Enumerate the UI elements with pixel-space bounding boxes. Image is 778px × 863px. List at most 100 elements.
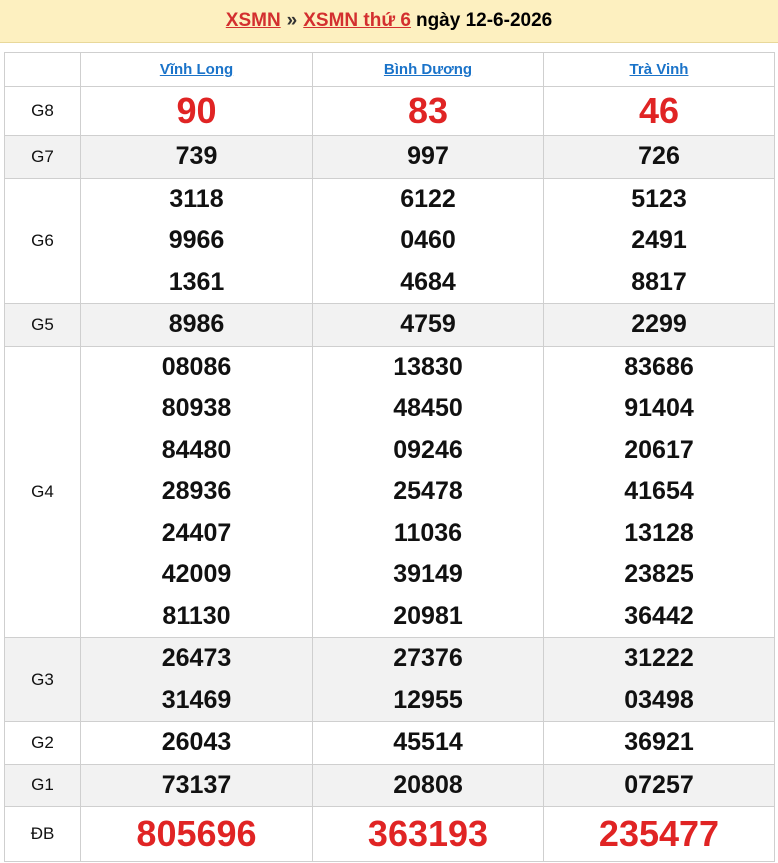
xsmn-day-link[interactable]: XSMN thứ 6 [303,10,411,32]
prize-number: 11036 [393,518,463,547]
province-header: Trà Vinh [543,52,775,87]
prize-label: G2 [4,721,81,765]
prize-cell: 3118 9966 1361 [80,177,313,304]
prize-cell: 83 [312,86,544,136]
prize-number: 27376 [393,644,463,672]
prize-number: 03498 [624,685,694,714]
prize-number: 3118 [169,184,224,213]
prize-number: 46 [638,90,680,131]
province-header: Vĩnh Long [80,52,313,87]
province-link-vinh-long[interactable]: Vĩnh Long [160,61,233,78]
prize-number: 0460 [400,226,456,254]
prize-number: 5123 [631,184,687,213]
prize-number: 4684 [400,267,456,296]
prize-row-g3: G3 26473 31469 27376 12955 31222 03498 [4,637,775,722]
prize-number: 31469 [161,685,232,714]
province-header: Bình Dương [312,52,544,87]
prize-number: 83 [407,90,449,131]
prize-cell: 45514 [312,721,544,765]
prize-cell: 363193 [312,806,544,862]
prize-number: 80938 [161,394,232,422]
prize-number: 73137 [161,770,232,799]
prize-cell: 46 [543,86,775,136]
prize-row-g5: G5 8986 4759 2299 [4,303,775,347]
prize-number: 36921 [624,728,694,756]
results-body: G8 90 83 46 G7 739 997 726 G6 3118 9966 1361 6122 046… [4,86,775,862]
prize-cell: 726 [543,135,775,179]
prize-cell: 83686 91404 20617 41654 13128 23825 36442 [543,345,775,638]
prize-label: G5 [4,303,81,347]
prize-number: 84480 [161,435,232,464]
prize-number: 997 [407,142,449,170]
province-header-row: Vĩnh Long Bình Dương Trà Vinh [4,52,775,87]
prize-cell: 739 [80,135,313,179]
prize-number: 726 [638,142,680,170]
prize-number: 07257 [624,770,694,799]
prize-row-g4: G4 08086 80938 84480 28936 24407 42009 81130 138… [4,345,775,638]
prize-cell: 27376 12955 [312,637,544,722]
province-link-binh-duong[interactable]: Bình Dương [384,61,472,78]
prize-label: G7 [4,135,81,179]
prize-number: 36442 [624,601,694,630]
prize-number: 25478 [393,477,463,505]
prize-label: G6 [4,177,81,304]
prize-row-g6: G6 3118 9966 1361 6122 0460 4684 5123 2491 8817 [4,177,775,304]
prize-number: 739 [175,142,218,170]
prize-number: 9966 [168,226,225,254]
prize-row-g2: G2 26043 45514 36921 [4,721,775,765]
xsmn-link[interactable]: XSMN [226,10,281,32]
prize-number: 26043 [161,728,232,756]
prize-cell: 235477 [543,806,775,862]
prize-number: 31222 [624,644,694,672]
prize-number: 42009 [161,560,232,588]
prize-cell: 73137 [80,763,313,807]
prize-row-db: ĐB 805696 363193 235477 [4,806,775,862]
prize-number: 20617 [624,435,694,464]
prize-cell: 31222 03498 [543,637,775,722]
prize-cell: 13830 48450 09246 25478 11036 39149 20981 [312,345,544,638]
prize-row-g8: G8 90 83 46 [4,86,775,136]
prize-row-g1: G1 73137 20808 07257 [4,763,775,807]
prize-number: 39149 [393,560,463,588]
prize-number: 805696 [136,813,257,854]
prize-cell: 805696 [80,806,313,862]
prize-number: 26473 [161,644,232,672]
prize-cell: 20808 [312,763,544,807]
prize-number: 09246 [393,435,463,464]
prize-cell: 6122 0460 4684 [312,177,544,304]
prize-label: G4 [4,345,81,638]
prize-number: 13830 [393,352,463,381]
prize-cell: 36921 [543,721,775,765]
prize-cell: 5123 2491 8817 [543,177,775,304]
prize-cell: 26043 [80,721,313,765]
prize-number: 13128 [624,518,694,547]
results-table: Vĩnh Long Bình Dương Trà Vinh G8 90 83 46 G7… [4,52,775,862]
province-link-tra-vinh[interactable]: Trà Vinh [630,61,689,78]
prize-number: 20981 [393,601,463,630]
prize-cell: 8986 [80,303,313,347]
prize-cell: 90 [80,86,313,136]
prize-cell: 4759 [312,303,544,347]
prize-number: 81130 [162,601,231,630]
prize-label: ĐB [4,806,81,862]
prize-number: 4759 [400,310,456,338]
prize-number: 83686 [624,352,694,381]
prize-number: 23825 [624,560,694,588]
prize-number: 08086 [161,352,232,381]
prize-number: 363193 [367,813,489,854]
prize-label: G1 [4,763,81,807]
prize-cell: 08086 80938 84480 28936 24407 42009 81130 [80,345,313,638]
prize-number: 2491 [631,226,687,254]
prize-number: 45514 [393,728,463,756]
prize-number: 1361 [168,267,225,296]
page-header: XSMN » XSMN thứ 6 ngày 12-6-2026 [0,0,778,43]
breadcrumb-separator: » [286,10,298,31]
prize-cell: 997 [312,135,544,179]
prize-number: 20808 [393,770,463,799]
prize-number: 235477 [598,813,720,854]
prize-number: 2299 [631,310,687,338]
prize-number: 28936 [161,477,232,505]
prize-row-g7: G7 739 997 726 [4,135,775,179]
prize-number: 24407 [161,518,232,547]
prize-label: G3 [4,637,81,722]
